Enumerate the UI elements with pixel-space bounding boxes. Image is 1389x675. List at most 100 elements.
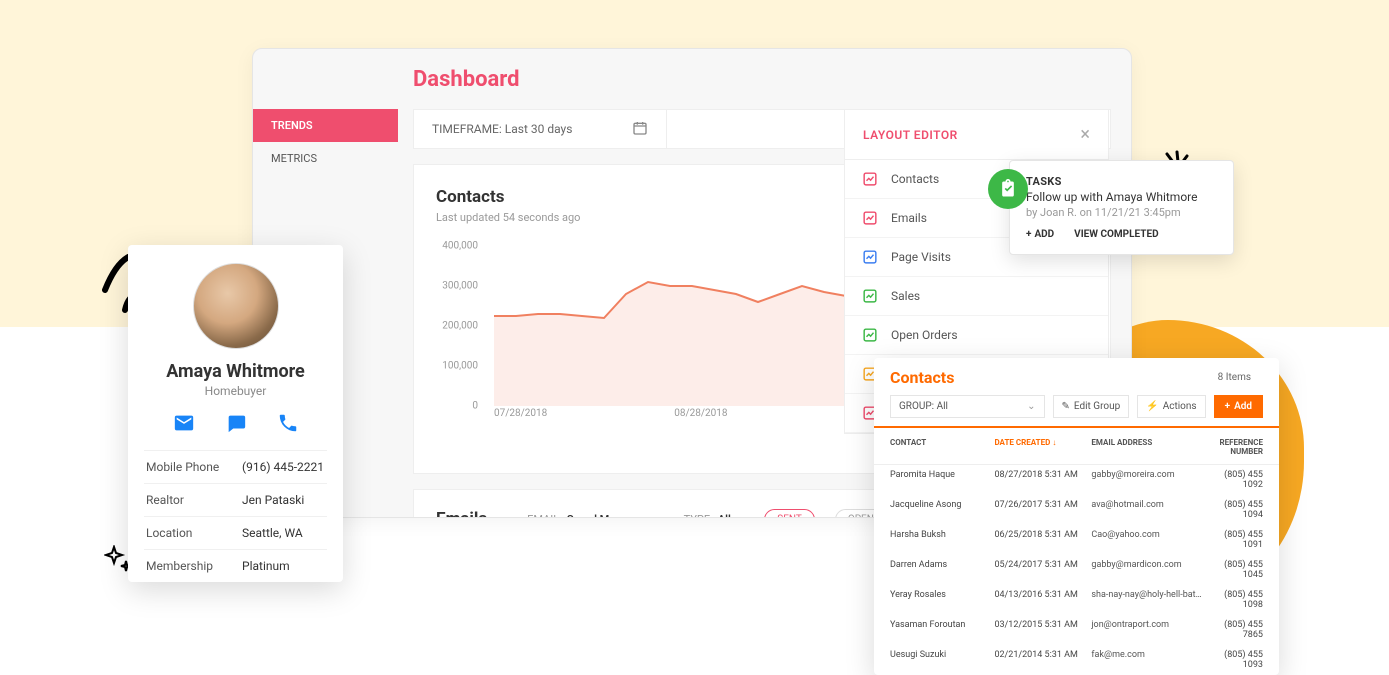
cell-date: 02/21/2014 5:31 AM — [994, 650, 1091, 670]
chart-line-icon — [863, 289, 877, 303]
cell-email: jon@ontraport.com — [1091, 620, 1203, 640]
avatar — [193, 263, 279, 349]
chart-line-icon — [863, 211, 877, 225]
sort-arrow-icon: ↓ — [1052, 438, 1056, 447]
cell-date: 08/27/2018 5:31 AM — [994, 470, 1091, 490]
contact-name: Amaya Whitmore — [144, 361, 327, 382]
layout-item[interactable]: Sales — [845, 277, 1108, 316]
cell-date: 07/26/2017 5:31 AM — [994, 500, 1091, 520]
cell-ref: (805) 455 1098 — [1203, 590, 1263, 610]
type-filter[interactable]: TYPE: All ⌄ — [684, 513, 745, 519]
cell-contact: Paromita Haque — [890, 470, 994, 490]
detail-value: Platinum — [242, 559, 290, 573]
cell-contact: Darren Adams — [890, 560, 994, 580]
emails-title: Emails — [436, 509, 487, 518]
cell-email: gabby@moreira.com — [1091, 470, 1203, 490]
table-row[interactable]: Harsha Buksh06/25/2018 5:31 AMCao@yahoo.… — [874, 525, 1279, 555]
email-icon[interactable] — [173, 412, 195, 438]
y-tick: 200,000 — [442, 321, 478, 332]
cell-date: 06/25/2018 5:31 AM — [994, 530, 1091, 550]
cell-email: ava@hotmail.com — [1091, 500, 1203, 520]
detail-value: (916) 445-2221 — [242, 460, 324, 474]
cell-date: 03/12/2015 5:31 AM — [994, 620, 1091, 640]
type-filter-value: All — [718, 513, 731, 519]
detail-row: MembershipPlatinum — [144, 549, 327, 582]
table-row[interactable]: Darren Adams05/24/2017 5:31 AMgabby@mard… — [874, 555, 1279, 585]
group-selector[interactable]: GROUP: All ⌄ — [890, 395, 1045, 418]
plus-icon: + — [1225, 401, 1231, 412]
table-header: CONTACT DATE CREATED ↓ EMAIL ADDRESS REF… — [874, 428, 1279, 465]
group-label: GROUP: — [899, 401, 934, 412]
table-row[interactable]: Jacqueline Asong07/26/2017 5:31 AMava@ho… — [874, 495, 1279, 525]
cell-email: gabby@mardicon.com — [1091, 560, 1203, 580]
contact-role: Homebuyer — [144, 384, 327, 398]
header-date-created[interactable]: DATE CREATED ↓ — [994, 438, 1091, 456]
email-filter-value: Saved Messages — [567, 513, 650, 519]
table-row[interactable]: Yasaman Foroutan03/12/2015 5:31 AMjon@on… — [874, 615, 1279, 645]
y-tick: 100,000 — [442, 361, 478, 372]
contacts-count: 8 Items — [1218, 372, 1251, 383]
tab-sent[interactable]: SENT — [764, 509, 815, 519]
tasks-badge-icon — [988, 169, 1028, 209]
add-button[interactable]: +Add — [1214, 395, 1263, 418]
detail-label: Realtor — [146, 493, 242, 507]
cell-ref: (805) 455 1093 — [1203, 650, 1263, 670]
tasks-add-button[interactable]: +ADD — [1026, 229, 1054, 240]
chevron-down-icon: ⌄ — [655, 514, 663, 519]
bolt-icon: ⚡ — [1146, 401, 1158, 412]
tasks-view-completed[interactable]: VIEW COMPLETED — [1074, 229, 1158, 240]
header-email[interactable]: EMAIL ADDRESS — [1091, 438, 1203, 456]
cell-email: fak@me.com — [1091, 650, 1203, 670]
y-tick: 0 — [472, 401, 478, 412]
x-tick: 07/28/2018 — [494, 408, 547, 426]
cell-ref: (805) 455 1094 — [1203, 500, 1263, 520]
cell-contact: Uesugi Suzuki — [890, 650, 994, 670]
layout-item-label: Emails — [891, 211, 927, 225]
pencil-icon: ✎ — [1062, 401, 1070, 412]
type-filter-label: TYPE: — [684, 513, 713, 519]
chevron-down-icon: ⌄ — [1027, 401, 1035, 412]
plus-icon: + — [1026, 229, 1031, 240]
email-filter-label: EMAIL: — [527, 513, 562, 519]
detail-label: Mobile Phone — [146, 460, 242, 474]
close-icon[interactable]: × — [1080, 124, 1090, 145]
detail-value: Seattle, WA — [242, 526, 303, 540]
page-title: Dashboard — [253, 49, 1131, 106]
table-row[interactable]: Uesugi Suzuki02/21/2014 5:31 AMfak@me.co… — [874, 645, 1279, 675]
actions-button[interactable]: ⚡Actions — [1137, 395, 1205, 418]
tasks-popup: TASKS Follow up with Amaya Whitmore by J… — [1009, 160, 1234, 255]
cell-email: Cao@yahoo.com — [1091, 530, 1203, 550]
layout-item-label: Page Visits — [891, 250, 951, 264]
contacts-table-title: Contacts — [890, 368, 1218, 387]
table-row[interactable]: Yeray Rosales04/13/2016 5:31 AMsha-nay-n… — [874, 585, 1279, 615]
tab-trends[interactable]: TRENDS — [253, 109, 398, 142]
layout-item[interactable]: Open Orders — [845, 316, 1108, 355]
detail-row: RealtorJen Pataski — [144, 483, 327, 516]
contact-card: Amaya Whitmore Homebuyer Mobile Phone(91… — [128, 245, 343, 582]
contacts-table-card: Contacts 8 Items GROUP: All ⌄ ✎Edit Grou… — [874, 358, 1279, 675]
chat-icon[interactable] — [225, 412, 247, 438]
email-filter[interactable]: EMAIL: Saved Messages ⌄ — [527, 513, 664, 519]
layout-editor-title: LAYOUT EDITOR — [863, 128, 958, 142]
chart-line-icon — [863, 328, 877, 342]
header-reference[interactable]: REFERENCE NUMBER — [1203, 438, 1263, 456]
cell-contact: Jacqueline Asong — [890, 500, 994, 520]
x-tick: 08/28/2018 — [674, 408, 727, 426]
cell-ref: (805) 455 1045 — [1203, 560, 1263, 580]
tab-metrics[interactable]: METRICS — [253, 142, 398, 175]
detail-label: Location — [146, 526, 242, 540]
y-tick: 400,000 — [442, 241, 478, 252]
edit-group-button[interactable]: ✎Edit Group — [1053, 395, 1130, 418]
timeframe-selector[interactable]: TIMEFRAME: Last 30 days — [414, 110, 667, 148]
detail-label: Membership — [146, 559, 242, 573]
cell-ref: (805) 455 7865 — [1203, 620, 1263, 640]
timeframe-value: Last 30 days — [505, 122, 573, 136]
table-row[interactable]: Paromita Haque08/27/2018 5:31 AMgabby@mo… — [874, 465, 1279, 495]
calendar-icon[interactable] — [632, 120, 648, 139]
phone-icon[interactable] — [277, 412, 299, 438]
tasks-byline: by Joan R. on 11/21/21 3:45pm — [1026, 206, 1217, 219]
sidebar-tabs: TRENDS METRICS — [253, 109, 398, 175]
y-tick: 300,000 — [442, 281, 478, 292]
header-contact[interactable]: CONTACT — [890, 438, 994, 456]
cell-contact: Yasaman Foroutan — [890, 620, 994, 640]
